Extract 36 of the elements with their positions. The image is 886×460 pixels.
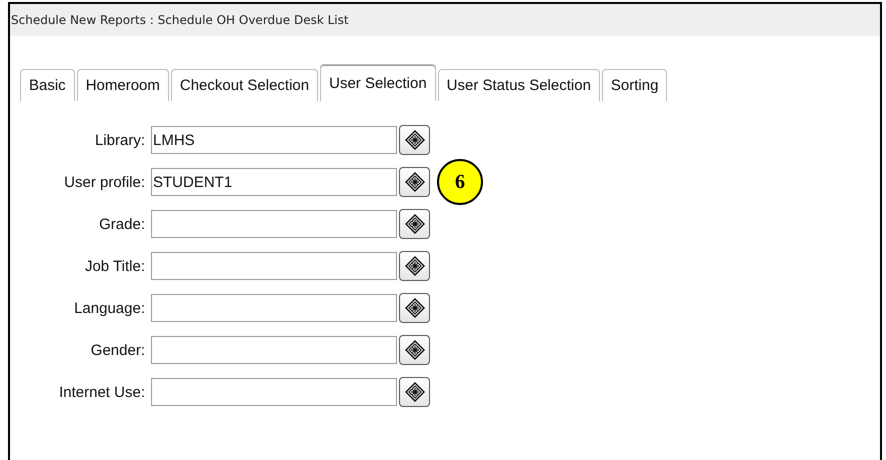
field-label: Language: (73, 300, 145, 316)
lookup-icon (404, 340, 424, 360)
lookup-button[interactable] (399, 377, 430, 407)
field-label: Grade: (98, 216, 145, 232)
tab[interactable]: Homeroom (76, 69, 169, 101)
lookup-button[interactable] (399, 167, 430, 197)
lookup-icon (404, 256, 424, 276)
window-title: Schedule New Reports : Schedule OH Overdue Desk List (11, 13, 349, 27)
field-label: User profile: (63, 174, 145, 190)
input-field[interactable]: STUDENT1 (151, 168, 397, 196)
field-label: Library: (94, 132, 145, 148)
lookup-button[interactable] (399, 335, 430, 365)
input-field[interactable] (151, 336, 397, 364)
lookup-icon (404, 130, 424, 150)
input-field[interactable] (151, 378, 397, 406)
callout-badge: 6 (437, 159, 483, 205)
field-label: Gender: (90, 342, 145, 358)
tab[interactable]: User Status Selection (438, 69, 600, 101)
input-field[interactable] (151, 294, 397, 322)
tab[interactable]: Basic (20, 69, 75, 101)
lookup-button[interactable] (399, 293, 430, 323)
lookup-icon (404, 172, 424, 192)
lookup-icon (404, 382, 424, 402)
lookup-button[interactable] (399, 209, 430, 239)
lookup-button[interactable] (399, 125, 430, 155)
lookup-button[interactable] (399, 251, 430, 281)
field-label: Internet Use: (58, 384, 145, 400)
input-field[interactable] (151, 210, 397, 238)
tab[interactable]: Sorting (602, 69, 668, 101)
tab[interactable]: User Selection (320, 64, 436, 101)
field-label: Job Title: (84, 258, 145, 274)
tab[interactable]: Checkout Selection (170, 69, 318, 101)
input-field[interactable] (151, 252, 397, 280)
input-field[interactable]: LMHS (151, 126, 397, 154)
lookup-icon (404, 214, 424, 234)
lookup-icon (404, 298, 424, 318)
